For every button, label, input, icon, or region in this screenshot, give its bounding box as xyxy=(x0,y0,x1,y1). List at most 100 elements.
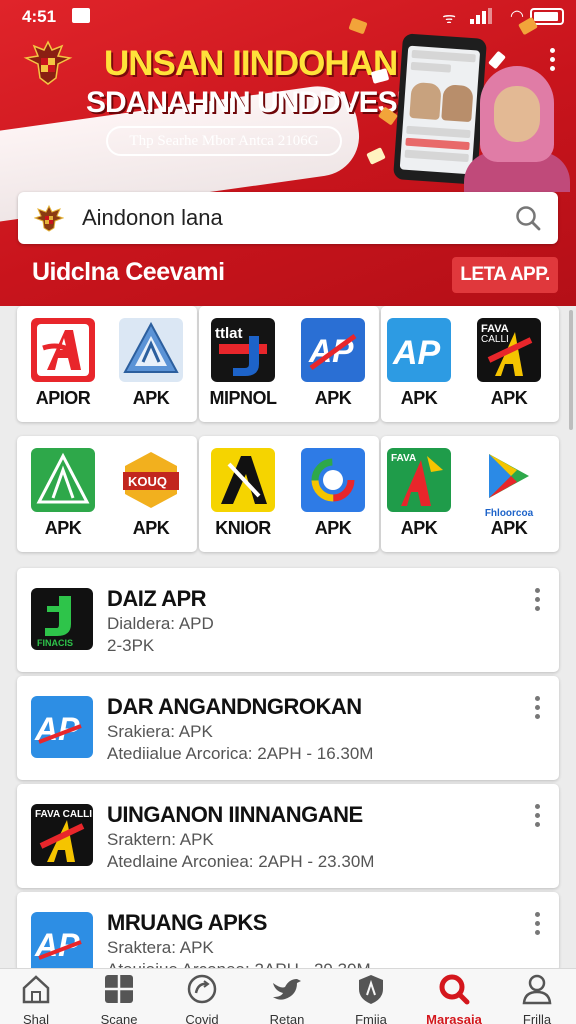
list-item-title: MRUANG APKS xyxy=(107,910,267,935)
banner-title-line1: UNSAN IINDOHAN xyxy=(104,44,398,83)
svg-text:FINACIS: FINACIS xyxy=(37,638,73,648)
svg-text:ttlat: ttlat xyxy=(215,325,243,342)
grid-app-tile[interactable]: APK xyxy=(297,448,369,539)
blue-triangle-a-icon xyxy=(119,318,183,382)
grid-app-tile[interactable]: APK xyxy=(27,448,99,539)
nav-item-covid[interactable]: Covid xyxy=(162,973,242,1024)
overflow-menu-icon[interactable] xyxy=(535,912,543,938)
nav-label: Frilla xyxy=(522,1012,552,1024)
nav-label: Marasaia xyxy=(426,1012,482,1024)
garuda-emblem-icon xyxy=(23,40,73,85)
yellow-a-icon xyxy=(211,448,275,512)
nav-label: Scane xyxy=(100,1012,138,1024)
play-store-icon xyxy=(477,448,541,512)
banner-title-line2: SDANAHNN UNDDVESIA xyxy=(86,86,426,119)
status-bar: 4:51 ᯤ ◠ xyxy=(0,0,576,32)
grid-app-tile[interactable]: APIOR xyxy=(27,318,99,409)
grid-app-label: APK xyxy=(490,388,528,408)
svg-text:FAVA: FAVA xyxy=(391,453,416,464)
cast-icon: ᯤ xyxy=(442,10,456,27)
grid-app-tile[interactable]: KNIOR xyxy=(207,448,279,539)
nav-label: Fmiia xyxy=(355,1012,387,1024)
app-card[interactable]: ttlat MIPNOL AP APK xyxy=(199,306,379,422)
grid-app-label: APK xyxy=(132,518,170,538)
user-icon xyxy=(522,974,552,1005)
grid-app-tile[interactable]: FAVA APK xyxy=(383,448,455,539)
nav-label: Retan xyxy=(269,1012,305,1024)
overflow-menu-icon[interactable] xyxy=(535,588,543,614)
red-a-icon xyxy=(31,318,95,382)
app-card[interactable]: KNIOR APK xyxy=(199,436,379,552)
grid-app-tile[interactable]: KOUQ APK xyxy=(115,448,187,539)
grid-app-tile[interactable]: AP APK xyxy=(383,318,455,409)
grid-app-label: APK xyxy=(314,518,352,538)
list-item-subtitle: Srakiera: APK xyxy=(107,722,213,741)
search-icon xyxy=(439,974,470,1005)
section-title: Uidclna Ceevami xyxy=(32,258,225,286)
search-bar[interactable] xyxy=(18,192,558,244)
nav-item-shal[interactable]: Shal xyxy=(0,973,76,1024)
list-item[interactable]: FAVA CALLI UINGANON IINNANGANE Sraktern:… xyxy=(17,784,559,888)
status-home-icon xyxy=(72,8,90,23)
grid-app-label: APK xyxy=(44,518,82,538)
signal-icon xyxy=(470,8,492,24)
shield-icon xyxy=(359,975,383,1004)
j-green-icon: FINACIS xyxy=(31,588,93,650)
grid-app-tile[interactable]: APK xyxy=(115,318,187,409)
grid-app-label: KNIOR xyxy=(215,518,271,538)
list-item-meta: Atedlaine Arconiea: 2APH - 23.30M xyxy=(107,852,375,871)
nav-item-frilla[interactable]: Frilla xyxy=(497,973,576,1024)
search-input[interactable] xyxy=(82,200,502,236)
grid-app-tile[interactable]: AP APK xyxy=(297,318,369,409)
app-card[interactable]: AP APK FAVA CALLI APK xyxy=(381,306,559,422)
app-card[interactable]: APIOR APK xyxy=(17,306,197,422)
woman-illustration xyxy=(462,66,572,192)
ap-blue-icon: AP xyxy=(31,912,93,974)
overflow-menu-icon[interactable] xyxy=(550,48,556,72)
list-item-subtitle: Sraktera: APK xyxy=(107,938,214,957)
grid-app-tile[interactable]: FAVA CALLI APK xyxy=(473,318,545,409)
svg-text:FAVA CALLI: FAVA CALLI xyxy=(35,809,92,820)
kouo-badge-icon: KOUQ xyxy=(119,448,183,512)
scrollbar[interactable] xyxy=(569,310,573,430)
banner-tagline[interactable]: Thp Searhe Mbor Antca 2106G xyxy=(106,126,342,156)
list-item[interactable]: AP MRUANG APKS Sraktera: APK Ateuiaiue A… xyxy=(17,892,559,979)
nav-label: Shal xyxy=(22,1012,50,1024)
list-item-subtitle: Dialdera: APD xyxy=(107,614,214,633)
nav-item-fmiia[interactable]: Fmiia xyxy=(331,973,411,1024)
bottom-navigation: Shal Scane Covid Retan Fmiia Marasaia Fr… xyxy=(0,968,576,1024)
ap-light-blue-icon: AP xyxy=(387,318,451,382)
bird-icon xyxy=(273,979,301,1000)
overflow-menu-icon[interactable] xyxy=(535,696,543,722)
fava-black-icon: FAVA CALLI xyxy=(31,804,93,866)
search-icon[interactable] xyxy=(514,204,542,232)
nav-item-scane[interactable]: Scane xyxy=(79,973,159,1024)
svg-text:AP: AP xyxy=(392,334,441,372)
overflow-menu-icon[interactable] xyxy=(535,804,543,830)
nav-item-retan[interactable]: Retan xyxy=(247,973,327,1024)
list-item[interactable]: AP DAR ANGANDNGROKAN Srakiera: APK Atedi… xyxy=(17,676,559,780)
grid-app-label: APIOR xyxy=(35,388,91,408)
fava-black-icon: FAVA CALLI xyxy=(477,318,541,382)
list-item[interactable]: FINACIS DAIZ APR Dialdera: APD 2-3PK xyxy=(17,568,559,672)
confetti-icon xyxy=(366,147,386,165)
app-card[interactable]: FAVA APK Fhloorcoa APK xyxy=(381,436,559,552)
ap-blue-icon: AP xyxy=(31,696,93,758)
list-item-meta: 2-3PK xyxy=(107,636,155,655)
refresh-circle-icon xyxy=(187,974,217,1004)
list-item-subtitle: Sraktern: APK xyxy=(107,830,214,849)
nav-item-marasaia[interactable]: Marasaia xyxy=(414,973,494,1024)
leta-app-button[interactable]: LETA APP. xyxy=(452,257,558,293)
app-card[interactable]: APK KOUQ APK xyxy=(17,436,197,552)
green-red-a-icon: FAVA xyxy=(387,448,451,512)
grid-app-tile[interactable]: Fhloorcoa APK xyxy=(473,448,545,539)
home-icon xyxy=(22,975,50,1004)
colorful-c-icon xyxy=(301,448,365,512)
svg-text:CALLI: CALLI xyxy=(481,334,509,345)
status-time: 4:51 xyxy=(22,7,57,26)
garuda-emblem-icon xyxy=(34,204,64,232)
svg-text:KOUQ: KOUQ xyxy=(128,474,167,489)
play-store-sublabel: Fhloorcoa xyxy=(484,508,534,519)
grid-app-tile[interactable]: ttlat MIPNOL xyxy=(207,318,279,409)
ap-blue-icon: AP xyxy=(301,318,365,382)
